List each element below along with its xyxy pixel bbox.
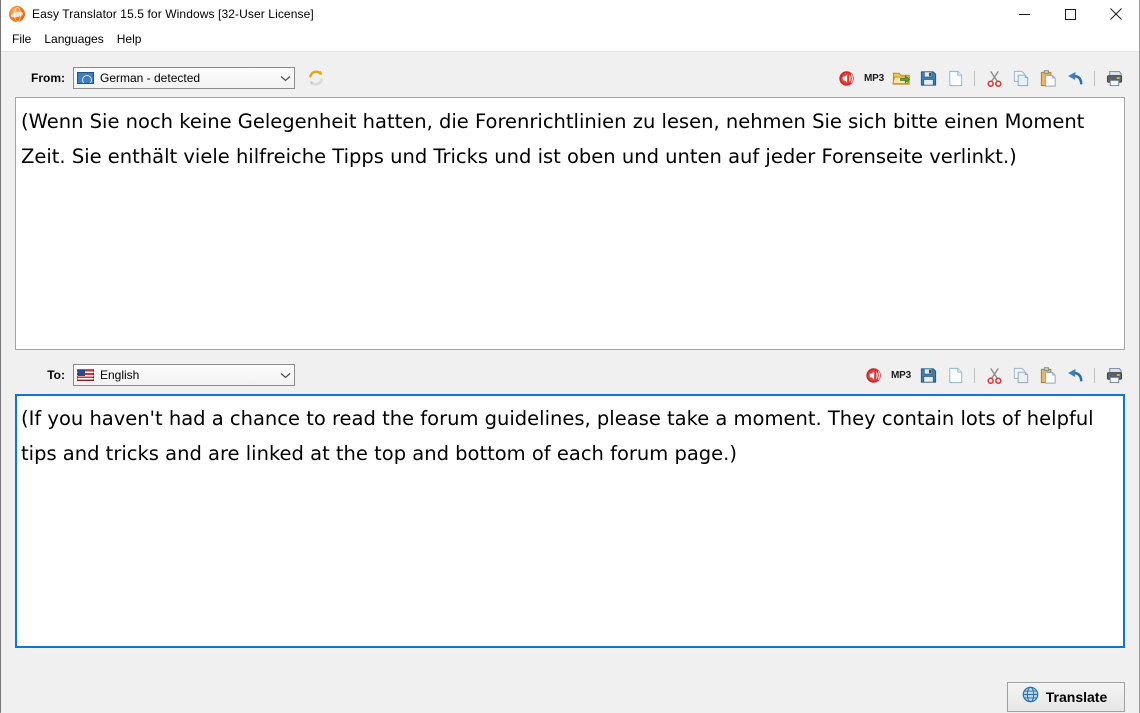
source-toolbar: MP3 — [836, 67, 1125, 89]
toolbar-separator — [974, 367, 975, 383]
title-bar-left: Easy Translator 15.5 for Windows [32-Use… — [1, 6, 1001, 22]
translate-button[interactable]: Translate — [1007, 682, 1125, 712]
minimize-icon[interactable] — [1001, 0, 1047, 28]
toolbar-separator — [1094, 70, 1095, 86]
mp3-label[interactable]: MP3 — [863, 67, 885, 89]
open-file-icon[interactable] — [890, 67, 912, 89]
print-icon[interactable] — [1103, 364, 1125, 386]
application-window: Easy Translator 15.5 for Windows [32-Use… — [0, 0, 1140, 713]
copy-icon[interactable] — [1010, 67, 1032, 89]
source-textarea[interactable]: (Wenn Sie noch keine Gelegenheit hatten,… — [15, 97, 1125, 350]
speak-icon[interactable] — [836, 67, 858, 89]
target-language-value: English — [100, 368, 140, 382]
window-title: Easy Translator 15.5 for Windows [32-Use… — [32, 7, 314, 21]
paste-icon[interactable] — [1037, 67, 1059, 89]
target-language-row: To: English MP3 — [15, 362, 1125, 388]
speak-icon[interactable] — [863, 364, 885, 386]
menu-item-languages[interactable]: Languages — [40, 30, 112, 49]
toolbar-separator — [974, 70, 975, 86]
undo-icon[interactable] — [1064, 364, 1086, 386]
source-language-value: German - detected — [100, 71, 201, 85]
maximize-icon[interactable] — [1047, 0, 1093, 28]
source-text: (Wenn Sie noch keine Gelegenheit hatten,… — [21, 110, 1091, 168]
chevron-down-icon — [277, 365, 294, 385]
translate-label: Translate — [1045, 689, 1108, 705]
menu-item-file[interactable]: File — [9, 30, 40, 49]
cut-icon[interactable] — [983, 364, 1005, 386]
refresh-icon[interactable] — [306, 68, 326, 88]
us-flag-icon — [77, 369, 94, 381]
target-text: (If you haven't had a chance to read the… — [21, 407, 1100, 465]
source-label: From: — [31, 71, 65, 85]
orange-globe-icon — [9, 6, 25, 22]
paste-icon[interactable] — [1037, 364, 1059, 386]
copy-icon[interactable] — [1010, 364, 1032, 386]
cut-icon[interactable] — [983, 67, 1005, 89]
target-label: To: — [47, 368, 65, 382]
chevron-down-icon — [277, 68, 294, 88]
menu-divider — [1, 51, 1139, 52]
target-language-select[interactable]: English — [73, 364, 295, 386]
save-icon[interactable] — [917, 67, 939, 89]
toolbar-separator — [1094, 367, 1095, 383]
close-icon[interactable] — [1093, 0, 1139, 28]
new-document-icon[interactable] — [944, 67, 966, 89]
save-icon[interactable] — [917, 364, 939, 386]
target-toolbar: MP3 — [863, 364, 1125, 386]
target-textarea[interactable]: (If you haven't had a chance to read the… — [15, 394, 1125, 648]
main-content: From: German - detected MP3 (Wenn Sie no… — [1, 65, 1139, 713]
print-icon[interactable] — [1103, 67, 1125, 89]
action-bar: Translate — [1007, 682, 1125, 712]
source-language-select[interactable]: German - detected — [73, 67, 295, 89]
menu-bar: File Languages Help — [1, 28, 1139, 51]
window-controls — [1001, 0, 1139, 28]
menu-item-help[interactable]: Help — [113, 30, 151, 49]
new-document-icon[interactable] — [944, 364, 966, 386]
source-language-row: From: German - detected MP3 — [15, 65, 1125, 91]
undo-icon[interactable] — [1064, 67, 1086, 89]
un-blue-flag-icon — [77, 72, 94, 84]
title-bar: Easy Translator 15.5 for Windows [32-Use… — [1, 0, 1139, 28]
mp3-label[interactable]: MP3 — [890, 364, 912, 386]
globe-icon — [1022, 686, 1039, 708]
